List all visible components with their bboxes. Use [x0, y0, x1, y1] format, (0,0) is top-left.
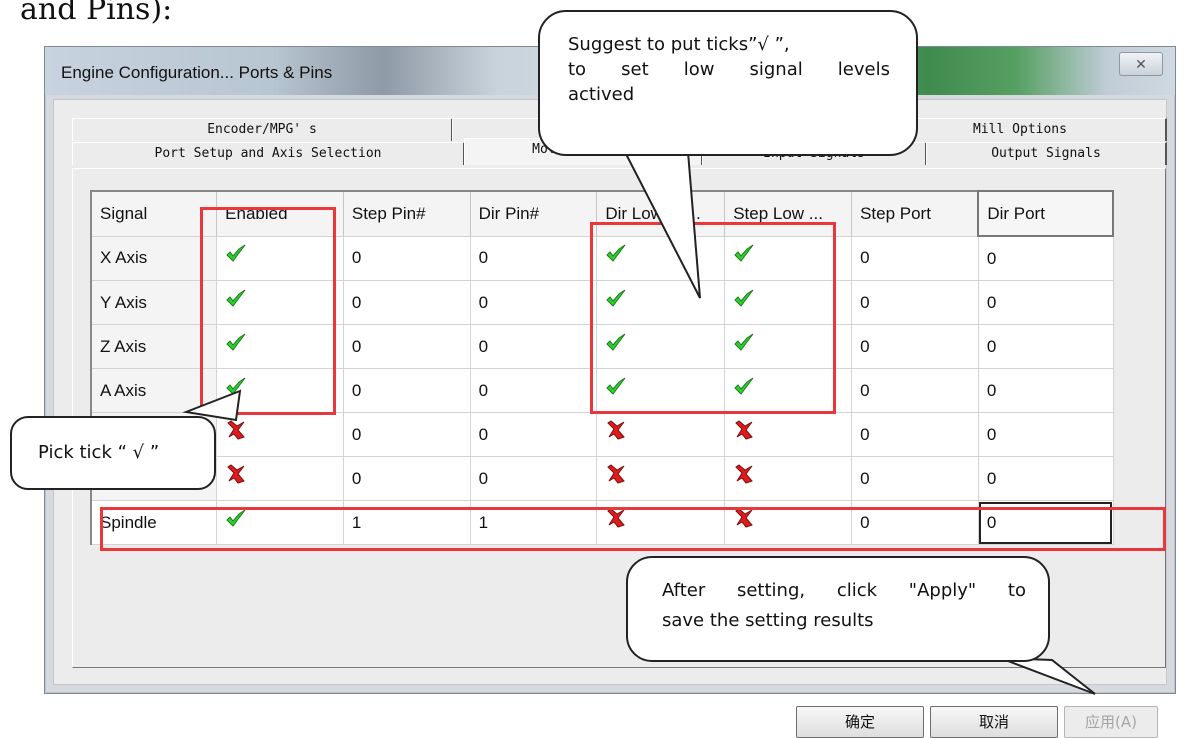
ok-button[interactable]: 确定	[796, 706, 924, 738]
apply-hint-callout: After setting, click "Apply" to save the…	[626, 556, 1050, 662]
pick-tick-callout: Pick tick “ √ ”	[10, 416, 216, 490]
apply-hint-line-1: After setting, click "Apply" to	[662, 580, 1026, 601]
cancel-button[interactable]: 取消	[930, 706, 1058, 738]
suggest-ticks-line-3: actived	[568, 84, 635, 105]
pick-tick-text: Pick tick “ √ ”	[38, 442, 160, 463]
apply-button[interactable]: 应用(A)	[1064, 706, 1158, 738]
suggest-ticks-line-1: Suggest to put ticks”√ ”,	[568, 34, 790, 55]
suggest-ticks-line-2: to set low signal levels	[568, 59, 890, 80]
ticks-callout-pointer	[623, 151, 701, 299]
apply-callout-pointer	[999, 657, 1096, 695]
apply-hint-line-2: save the setting results	[662, 610, 874, 631]
suggest-ticks-callout: Suggest to put ticks”√ ”, to set low sig…	[538, 10, 918, 156]
